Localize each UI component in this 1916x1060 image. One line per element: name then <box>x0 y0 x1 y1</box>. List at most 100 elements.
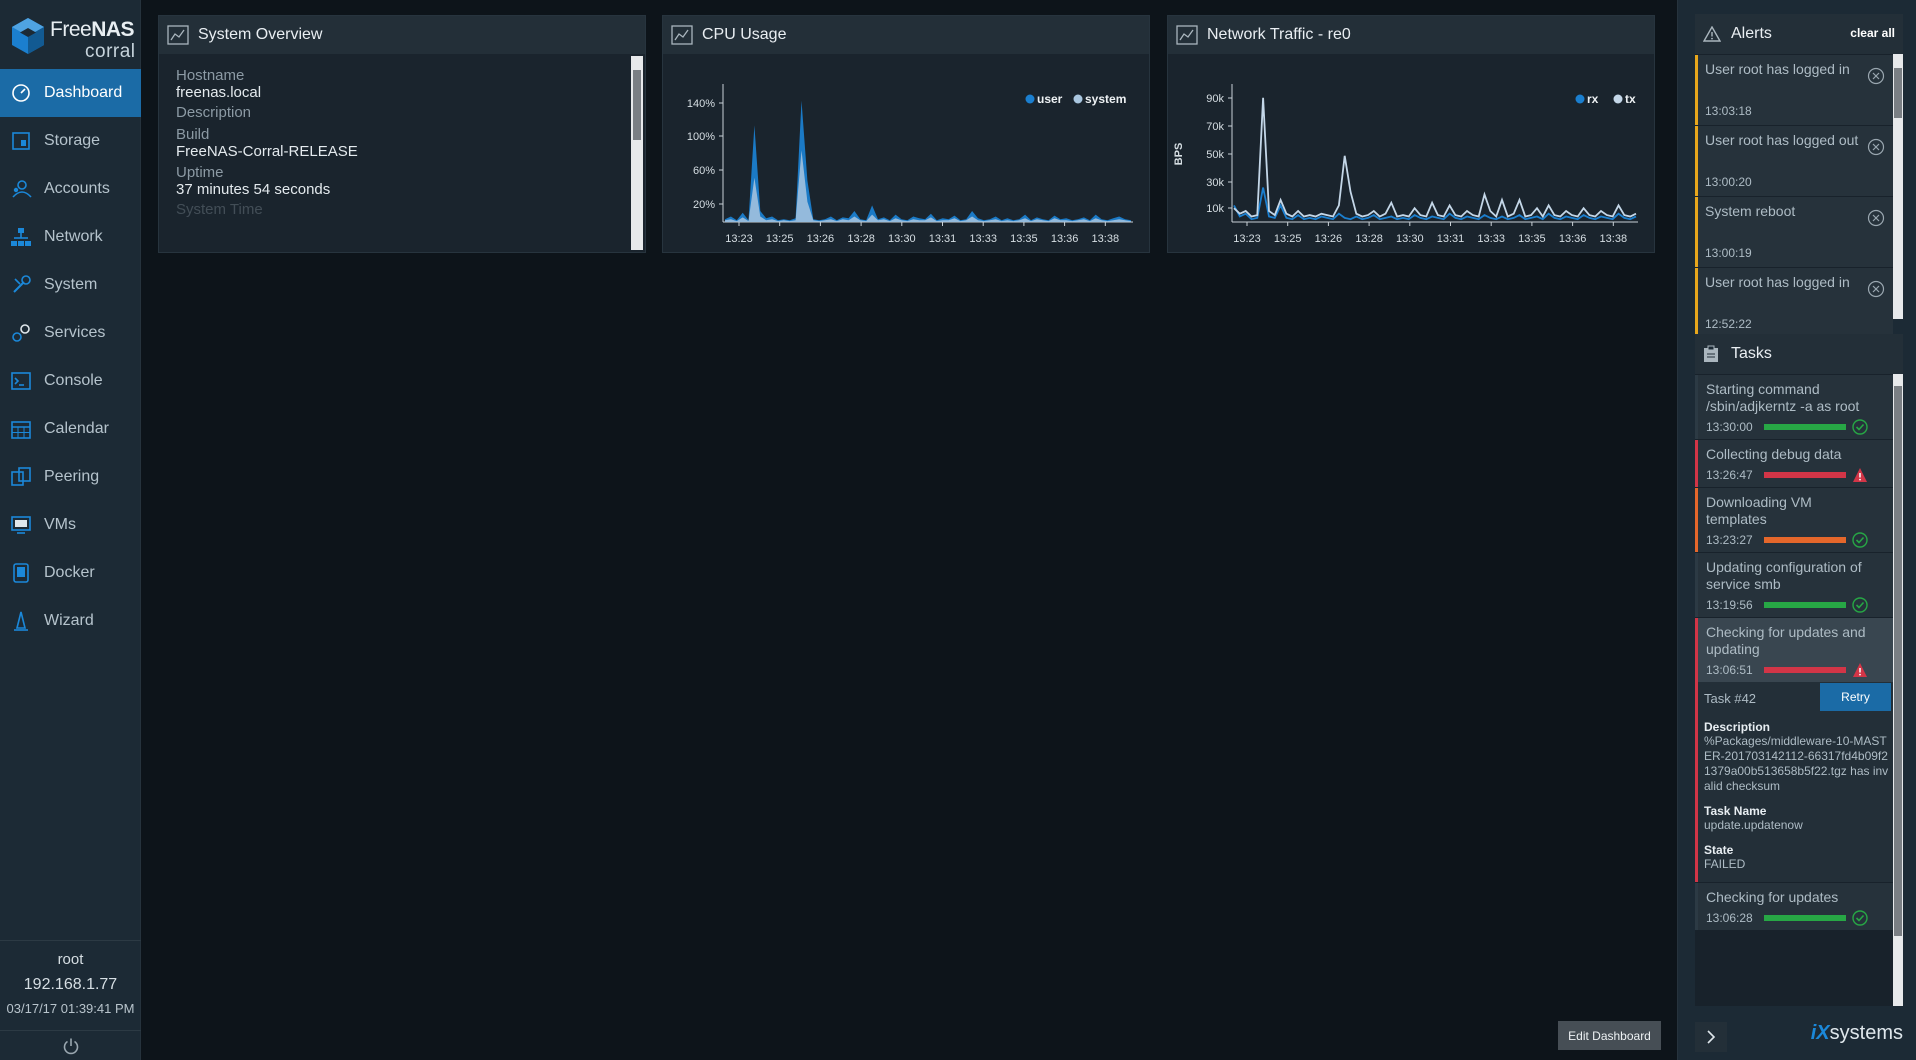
nav-label: Wizard <box>44 612 94 629</box>
nav-item-accounts[interactable]: Accounts <box>0 165 141 213</box>
nav-item-vms[interactable]: VMs <box>0 501 141 549</box>
nav-item-console[interactable]: Console <box>0 357 141 405</box>
task-progress-bar <box>1764 915 1846 921</box>
task-item[interactable]: Collecting debug data 13:26:47 <box>1695 440 1893 487</box>
services-icon <box>12 324 30 342</box>
nav-item-services[interactable]: Services <box>0 309 141 357</box>
x-tick-label: 13:26 <box>807 233 835 245</box>
chevron-right-icon <box>1707 1030 1716 1044</box>
task-progress-bar <box>1764 472 1846 478</box>
clipboard-icon <box>1704 345 1718 362</box>
alert-item[interactable]: System reboot 13:00:19 <box>1695 197 1893 267</box>
x-tick-label: 13:30 <box>1396 233 1424 245</box>
alert-item[interactable]: User root has logged in 13:03:18 <box>1695 55 1893 125</box>
task-detail: Task #42 Retry Description %Packages/middle… <box>1695 682 1893 882</box>
nav-label: Console <box>44 372 103 389</box>
dismiss-alert-icon[interactable] <box>1867 67 1885 85</box>
alert-item[interactable]: User root has logged in 12:52:22 <box>1695 268 1893 338</box>
x-tick-label: 13:28 <box>1355 233 1383 245</box>
task-message: Checking for updates <box>1706 889 1839 905</box>
power-button[interactable] <box>0 1030 141 1060</box>
chart-icon <box>671 25 693 45</box>
tasks-scrollbar[interactable] <box>1893 374 1903 1006</box>
nav-label: Accounts <box>44 180 110 197</box>
docker-icon <box>13 563 29 583</box>
session-user: root <box>57 951 84 968</box>
nav-item-system[interactable]: System <box>0 261 141 309</box>
x-tick-label: 13:25 <box>1274 233 1302 245</box>
overview-label: Uptime <box>176 164 224 181</box>
main-nav: Dashboard Storage Accounts Network System Ser… <box>0 69 141 645</box>
overview-value: 37 minutes 54 seconds <box>176 181 331 198</box>
overview-scrollbar[interactable] <box>631 56 643 250</box>
y-tick-label: 20% <box>693 199 715 211</box>
alert-item[interactable]: User root has logged out 13:00:20 <box>1695 126 1893 196</box>
retry-button[interactable]: Retry <box>1820 683 1891 711</box>
edit-dashboard-button[interactable]: Edit Dashboard <box>1558 1021 1661 1050</box>
expand-panel-button[interactable] <box>1695 1022 1727 1052</box>
task-progress-bar <box>1764 424 1846 430</box>
widget-header: CPU Usage <box>663 16 1149 54</box>
task-message: Starting command /sbin/adjkerntz -a as r… <box>1706 381 1860 414</box>
task-time: 13:23:27 <box>1706 533 1753 547</box>
y-tick-label: 10k <box>1206 203 1224 215</box>
task-item[interactable]: Checking for updates 13:06:28 <box>1695 883 1893 930</box>
alert-time: 13:00:20 <box>1705 175 1752 189</box>
session-datetime: 03/17/17 01:39:41 PM <box>6 1001 135 1016</box>
error-warning-icon <box>1853 468 1867 482</box>
y-tick-label: 60% <box>693 165 715 177</box>
dismiss-alert-icon[interactable] <box>1867 209 1885 227</box>
task-item[interactable]: Checking for updates and updating 13:06:5… <box>1695 618 1893 682</box>
task-item[interactable]: Starting command /sbin/adjkerntz -a as r… <box>1695 375 1893 439</box>
tasks-panel: Tasks Starting command /sbin/adjkerntz -… <box>1695 334 1903 1006</box>
network-icon <box>11 228 31 246</box>
nav-item-storage[interactable]: Storage <box>0 117 141 165</box>
alert-message: System reboot <box>1705 203 1796 219</box>
overview-label: Description <box>176 104 252 121</box>
dismiss-alert-icon[interactable] <box>1867 280 1885 298</box>
nav-item-calendar[interactable]: Calendar <box>0 405 141 453</box>
nav-item-docker[interactable]: Docker <box>0 549 141 597</box>
legend-label: user <box>1037 92 1063 106</box>
cpu-usage-widget: CPU Usage 140% 100% 60% 20% 13:23 13:25 13:26 1… <box>662 15 1150 253</box>
wizard-icon <box>14 611 28 631</box>
widget-title: System Overview <box>198 26 323 43</box>
task-time: 13:06:28 <box>1706 911 1753 925</box>
y-tick-label: 70k <box>1206 121 1224 133</box>
success-check-icon <box>1852 597 1868 613</box>
nav-label: Services <box>44 324 106 341</box>
x-tick-label: 13:36 <box>1051 233 1079 245</box>
success-check-icon <box>1852 532 1868 548</box>
series-area-user <box>725 100 1131 222</box>
overview-value: FreeNAS-Corral-RELEASE <box>176 143 358 160</box>
x-tick-label: 13:36 <box>1559 233 1587 245</box>
overview-body: System Time Uptime 37 minutes 54 seconds Bu… <box>159 54 645 252</box>
clear-all-button[interactable]: clear all <box>1850 26 1895 40</box>
network-traffic-widget: Network Traffic - re0 90k 70k 50k 30k 10k 13:… <box>1167 15 1655 253</box>
nav-item-peering[interactable]: Peering <box>0 453 141 501</box>
task-item[interactable]: Downloading VM templates 13:23:27 <box>1695 488 1893 552</box>
nav-item-network[interactable]: Network <box>0 213 141 261</box>
nav-item-dashboard[interactable]: Dashboard <box>0 69 141 117</box>
alerts-header: Alerts clear all <box>1695 14 1903 54</box>
legend-label: rx <box>1587 92 1599 106</box>
alerts-title: Alerts <box>1731 25 1772 42</box>
y-tick-label: 30k <box>1206 177 1224 189</box>
series-line-tx <box>1233 97 1637 219</box>
x-tick-label: 13:25 <box>766 233 794 245</box>
alerts-scrollbar[interactable] <box>1893 54 1903 319</box>
freenas-logo[interactable]: FreeNAS corral <box>10 14 136 62</box>
overview-row: System Time <box>159 201 263 218</box>
system-icon <box>13 275 31 293</box>
dashboard-icon <box>12 84 30 102</box>
alert-message: User root has logged in <box>1705 61 1850 77</box>
series-area-system <box>725 150 1131 222</box>
dismiss-alert-icon[interactable] <box>1867 138 1885 156</box>
alert-list: User root has logged in 13:03:18 User root… <box>1695 55 1893 338</box>
task-list: Starting command /sbin/adjkerntz -a as r… <box>1695 375 1893 930</box>
task-item[interactable]: Updating configuration of service smb 13:… <box>1695 553 1893 617</box>
nav-item-wizard[interactable]: Wizard <box>0 597 141 645</box>
widget-title: CPU Usage <box>702 26 787 43</box>
legend-label: tx <box>1625 92 1636 106</box>
x-tick-label: 13:31 <box>929 233 957 245</box>
